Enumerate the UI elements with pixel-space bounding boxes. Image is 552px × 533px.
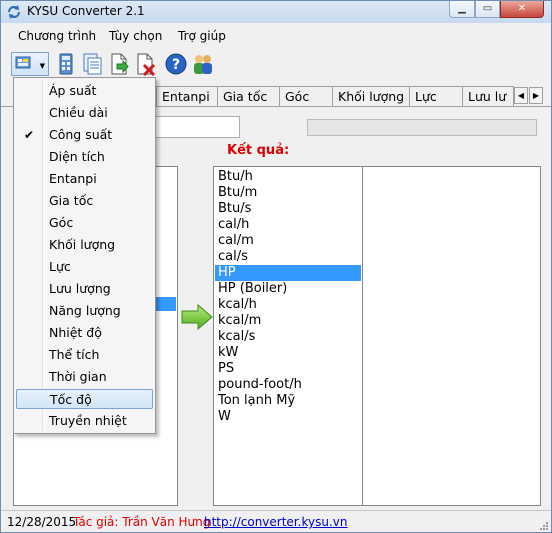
tab-khoi-luong[interactable]: Khối lượng <box>332 86 410 106</box>
result-value-list <box>362 166 541 506</box>
tab-goc[interactable]: Góc <box>279 86 333 106</box>
unit-list-item[interactable]: cal/m <box>215 233 361 249</box>
unit-list-item[interactable]: kW <box>215 345 361 361</box>
svg-text:?: ? <box>172 57 180 73</box>
category-tabs: Entanpi Gia tốc Góc Khối lượng Lực Lưu l… <box>151 86 551 107</box>
unit-list-item[interactable]: HP <box>215 265 361 281</box>
unit-list-item[interactable]: Btu/m <box>215 185 361 201</box>
dropdown-item-label: Gia tốc <box>49 193 94 208</box>
tab-scroll-left-icon[interactable]: ◀ <box>514 87 528 104</box>
dropdown-item[interactable]: Chiều dài <box>16 103 153 123</box>
minimize-button[interactable]: ▁ <box>449 1 475 18</box>
unit-list-item[interactable]: Ton lạnh Mỹ <box>215 393 361 409</box>
app-refresh-icon <box>8 5 20 19</box>
dropdown-item[interactable]: Áp suất <box>16 81 153 101</box>
progress-bar <box>307 119 537 136</box>
status-author: Tác giả: Trần Văn Hưng <box>73 515 211 529</box>
dropdown-item-label: Nhiệt độ <box>49 325 102 340</box>
menu-program[interactable]: Chương trình <box>18 29 96 43</box>
window-title: KYSU Converter 2.1 <box>27 4 145 18</box>
arrow-right-icon <box>181 303 213 331</box>
unit-list-item[interactable]: pound-foot/h <box>215 377 361 393</box>
calculator-icon[interactable] <box>54 52 78 76</box>
chevron-down-icon: ▼ <box>39 62 45 70</box>
dropdown-item[interactable]: Truyền nhiệt <box>16 411 153 431</box>
menu-bar: Chương trình Tùy chọn Trợ giúp <box>1 25 551 47</box>
dropdown-item[interactable]: Entanpi <box>16 169 153 189</box>
unit-list-item[interactable]: PS <box>215 361 361 377</box>
unit-list-item[interactable]: HP (Boiler) <box>215 281 361 297</box>
tab-entanpi[interactable]: Entanpi <box>156 86 218 106</box>
source-unit-selection[interactable] <box>156 297 176 311</box>
unit-list-item[interactable]: Btu/h <box>215 169 361 185</box>
dropdown-item[interactable]: Lực <box>16 257 153 277</box>
close-button[interactable]: ✕ <box>500 1 544 18</box>
dropdown-item-label: Lưu lượng <box>49 281 111 296</box>
app-window: KYSU Converter 2.1 ▁ ▭ ✕ Chương trình Tù… <box>0 0 552 533</box>
tab-scroll-right-icon[interactable]: ▶ <box>529 87 543 104</box>
unit-list-item[interactable]: kcal/s <box>215 329 361 345</box>
category-dropdown-button[interactable]: ▼ <box>11 52 49 76</box>
dropdown-item-label: Diện tích <box>49 149 105 164</box>
users-icon[interactable] <box>191 52 215 76</box>
dropdown-item-label: Công suất <box>49 127 113 142</box>
dropdown-item-label: Entanpi <box>49 171 97 186</box>
export-document-icon[interactable] <box>107 52 131 76</box>
unit-list-item[interactable]: W <box>215 409 361 425</box>
dropdown-item-label: Truyền nhiệt <box>49 413 127 428</box>
category-icon <box>15 56 31 69</box>
dropdown-item-label: Chiều dài <box>49 105 108 120</box>
tab-gia-toc[interactable]: Gia tốc <box>217 86 280 106</box>
status-bar: 12/28/2015 Tác giả: Trần Văn Hưng http:/… <box>1 510 551 532</box>
dropdown-item-label: Khối lượng <box>49 237 116 252</box>
dropdown-item-label: Góc <box>49 215 74 230</box>
dropdown-item[interactable]: Thời gian <box>16 367 153 387</box>
dropdown-item-label: Thể tích <box>49 347 100 362</box>
help-icon[interactable]: ? <box>164 52 188 76</box>
website-link[interactable]: http://converter.kysu.vn <box>204 515 347 529</box>
dropdown-item-label: Lực <box>49 259 71 274</box>
unit-list-item[interactable]: kcal/m <box>215 313 361 329</box>
unit-list-item[interactable]: Btu/s <box>215 201 361 217</box>
resize-grip-icon[interactable] <box>539 521 549 531</box>
delete-document-icon[interactable] <box>134 52 158 76</box>
dropdown-item-label: Tốc độ <box>50 392 92 407</box>
dropdown-item[interactable]: Tốc độ <box>16 389 153 409</box>
dropdown-item[interactable]: Nhiệt độ <box>16 323 153 343</box>
dropdown-item-label: Năng lượng <box>49 303 121 318</box>
dropdown-item[interactable]: Thể tích <box>16 345 153 365</box>
dropdown-item-label: Áp suất <box>49 83 97 98</box>
maximize-button[interactable]: ▭ <box>475 1 500 18</box>
dropdown-item[interactable]: Khối lượng <box>16 235 153 255</box>
toolbar: ▼ ? <box>1 49 551 79</box>
tab-luu-luong[interactable]: Lưu lư <box>462 86 514 106</box>
value-input[interactable] <box>155 116 240 138</box>
menu-help[interactable]: Trợ giúp <box>178 29 226 43</box>
unit-list-item[interactable]: cal/h <box>215 217 361 233</box>
dropdown-item[interactable]: ✔ Công suất <box>16 125 153 145</box>
dropdown-item[interactable]: Diện tích <box>16 147 153 167</box>
category-dropdown-menu: Áp suất Chiều dài ✔ Công suất Diện tích Entan… <box>13 77 156 434</box>
dropdown-item[interactable]: Lưu lượng <box>16 279 153 299</box>
dropdown-item[interactable]: Năng lượng <box>16 301 153 321</box>
title-bar[interactable]: KYSU Converter 2.1 ▁ ▭ ✕ <box>1 1 551 23</box>
dropdown-item[interactable]: Góc <box>16 213 153 233</box>
tab-luc[interactable]: Lực <box>409 86 463 106</box>
dropdown-item[interactable]: Gia tốc <box>16 191 153 211</box>
result-label: Kết quả: <box>227 143 290 158</box>
unit-list-item[interactable]: cal/s <box>215 249 361 265</box>
target-unit-list[interactable]: Btu/h Btu/m Btu/s cal/h cal/m cal/s HP HP (Boil… <box>213 166 363 506</box>
unit-list-item[interactable]: kcal/h <box>215 297 361 313</box>
checkmark-icon: ✔ <box>24 128 35 142</box>
menu-options[interactable]: Tùy chọn <box>109 29 162 43</box>
document-list-icon[interactable] <box>80 52 104 76</box>
dropdown-item-label: Thời gian <box>49 369 107 384</box>
status-date: 12/28/2015 <box>7 515 77 529</box>
